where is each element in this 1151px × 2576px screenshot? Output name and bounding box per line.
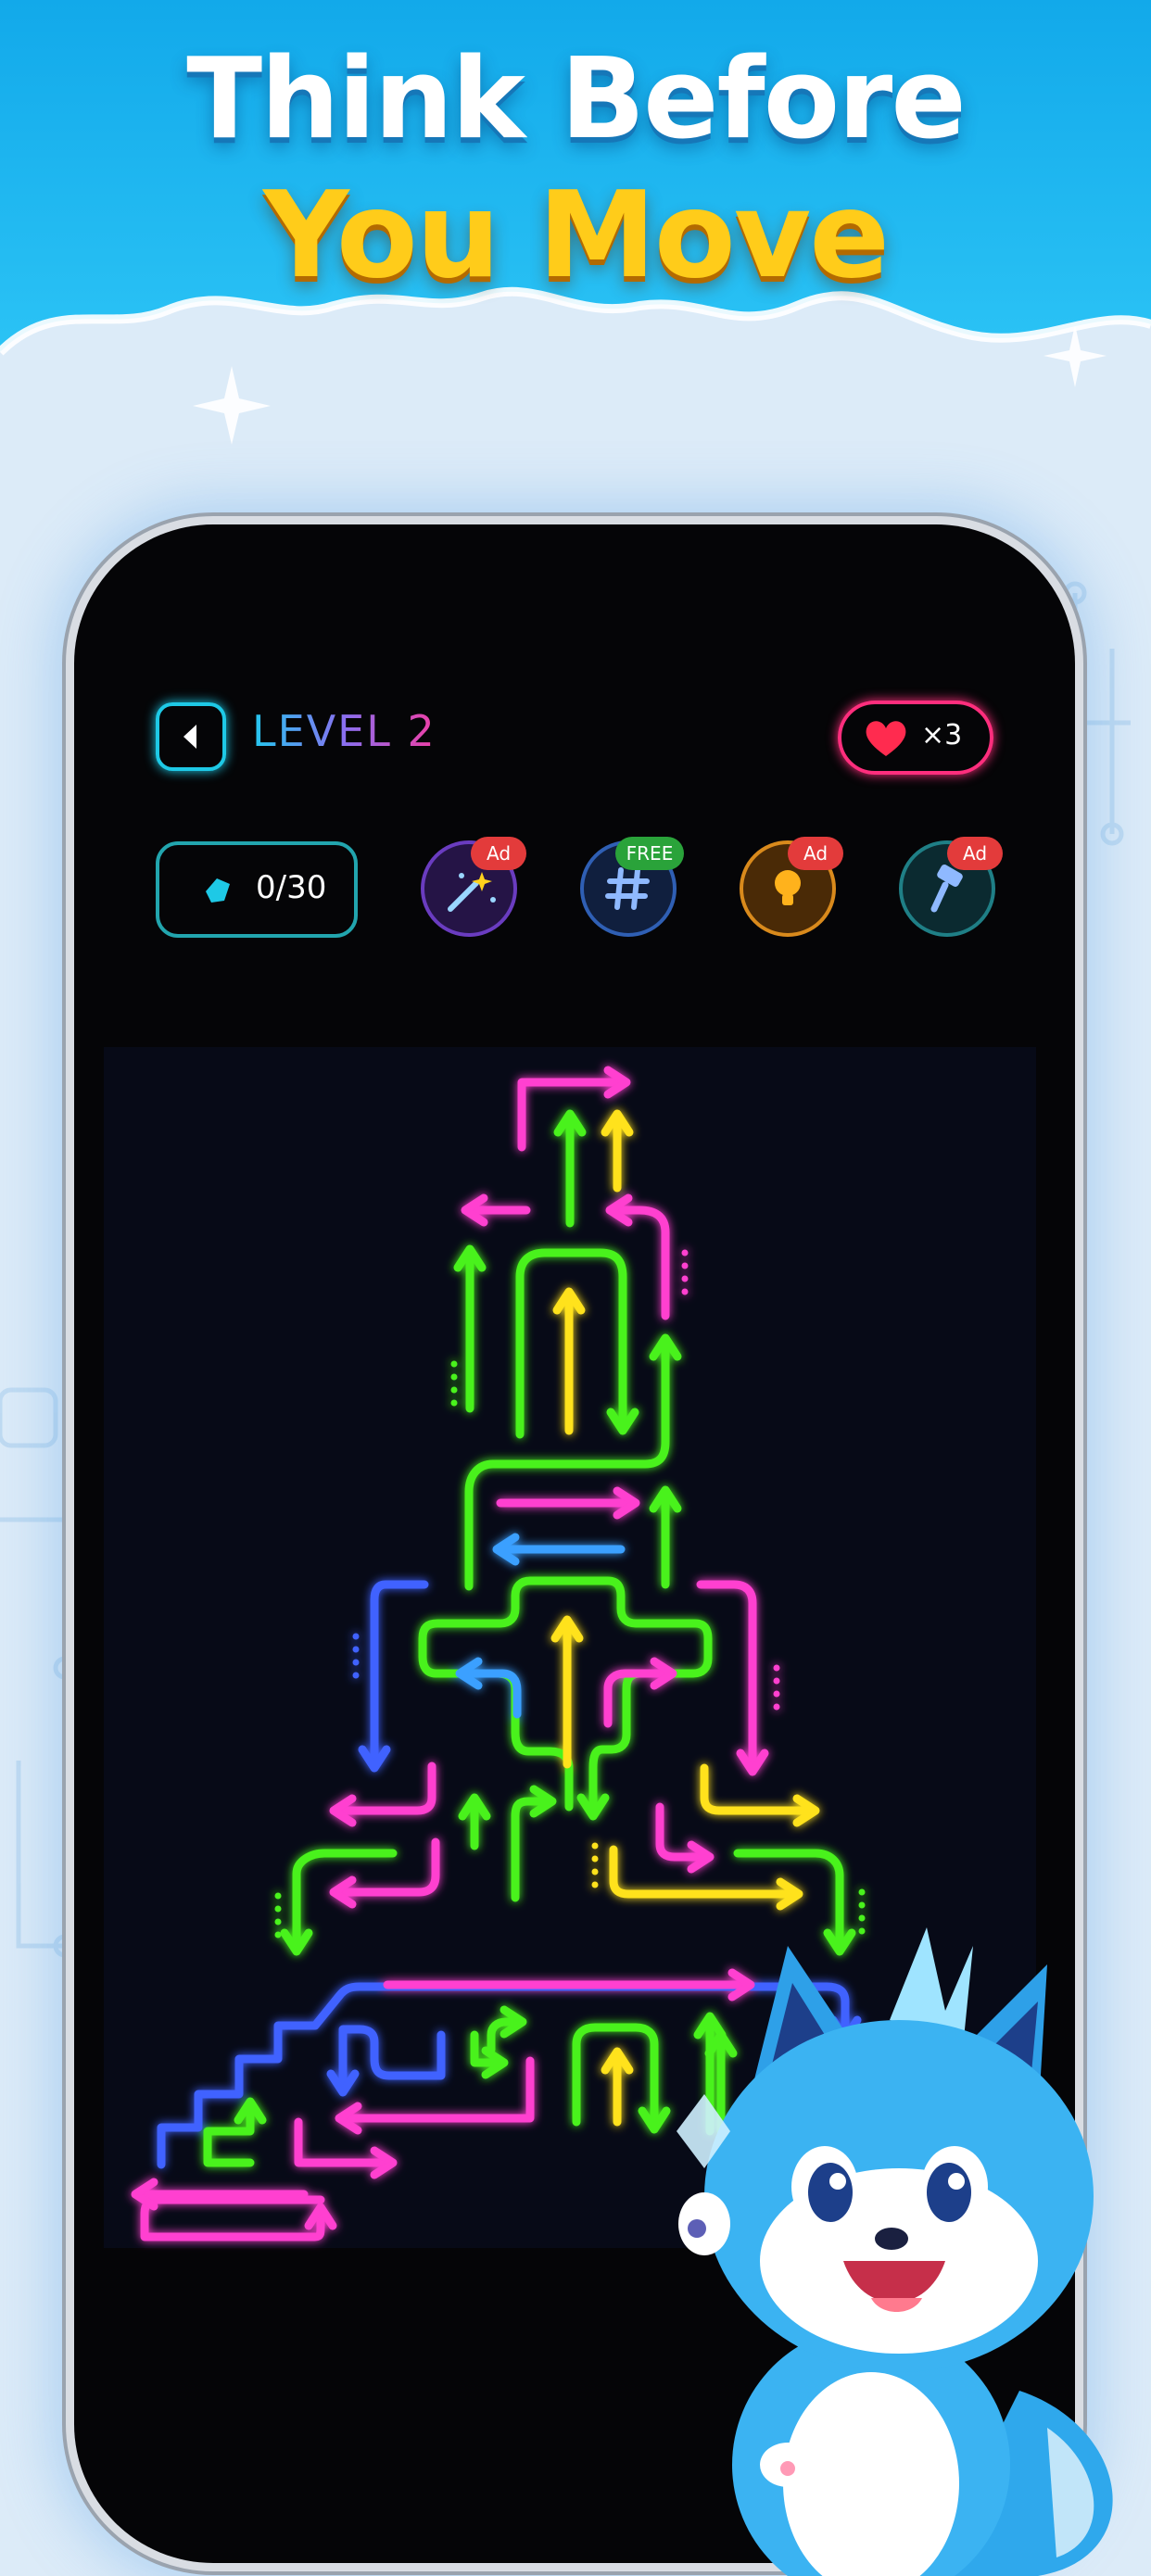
dot-indicator [591, 1842, 599, 1850]
dot-indicator [274, 1918, 282, 1926]
dot-indicator [352, 1633, 360, 1640]
dot-indicator [450, 1373, 458, 1381]
dot-indicator [274, 1892, 282, 1900]
neon-arrow-32[interactable] [338, 2056, 535, 2123]
dot-indicator [773, 1664, 780, 1672]
dot-indicator [681, 1262, 689, 1269]
dot-indicator [591, 1855, 599, 1863]
neon-arrow-19[interactable] [700, 1763, 816, 1815]
dot-indicator [681, 1249, 689, 1256]
dot-indicator [858, 1901, 866, 1909]
dot-indicator [450, 1386, 458, 1394]
dot-indicator [773, 1677, 780, 1685]
dot-indicator [681, 1288, 689, 1295]
dot-indicator [773, 1690, 780, 1698]
fox-mascot [677, 1927, 1113, 2576]
dot-indicator [352, 1659, 360, 1666]
dot-indicator [858, 1888, 866, 1896]
dot-indicator [274, 1931, 282, 1938]
neon-arrow-39[interactable] [140, 2195, 325, 2241]
neon-arrow-13[interactable] [696, 1580, 757, 1773]
neon-arrow-29[interactable] [338, 2025, 446, 2093]
neon-arrow-38[interactable] [294, 2117, 394, 2167]
dot-indicator [274, 1905, 282, 1913]
dot-indicator [773, 1703, 780, 1711]
dot-indicator [450, 1360, 458, 1368]
neon-arrow-12[interactable] [370, 1580, 429, 1769]
dot-indicator [681, 1275, 689, 1282]
dot-indicator [450, 1399, 458, 1407]
dot-indicator [352, 1646, 360, 1653]
dot-indicator [591, 1868, 599, 1875]
dot-indicator [352, 1672, 360, 1679]
dot-indicator [591, 1881, 599, 1888]
